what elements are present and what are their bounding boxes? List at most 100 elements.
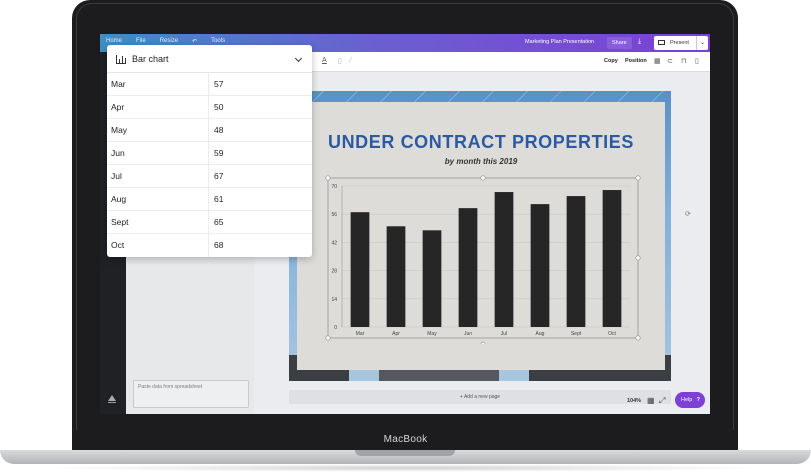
- device-brand: MacBook: [383, 434, 428, 445]
- trash-icon[interactable]: ▯: [695, 57, 699, 65]
- table-row: Aug 61: [107, 188, 312, 211]
- cell-divider: [208, 188, 209, 211]
- undo-icon[interactable]: ↶: [192, 38, 197, 45]
- table-row: Apr 50: [107, 96, 312, 119]
- table-row: Jun 59: [107, 142, 312, 165]
- table-row: Sept 65: [107, 211, 312, 234]
- resize-handle: [635, 255, 641, 261]
- row-label-cell[interactable]: Aug: [111, 194, 126, 204]
- x-tick-label: Aug: [536, 331, 545, 337]
- resize-handle: [325, 175, 331, 181]
- present-label: Present: [670, 40, 689, 46]
- rotate-icon[interactable]: ⟳: [685, 210, 691, 218]
- text-color-icon[interactable]: A: [322, 57, 327, 64]
- y-tick-label: 28: [331, 269, 337, 275]
- row-value-cell[interactable]: 48: [214, 125, 223, 135]
- resize-handle: [480, 175, 486, 181]
- present-icon: [658, 40, 665, 45]
- x-tick-label: Jun: [464, 331, 472, 337]
- row-label-cell[interactable]: May: [111, 125, 127, 135]
- row-value-cell[interactable]: 59: [214, 148, 223, 158]
- row-label-cell[interactable]: Sept: [111, 217, 129, 227]
- present-chevron-icon[interactable]: ⌄: [695, 36, 705, 50]
- question-icon: ?: [696, 397, 700, 403]
- chevron-down-icon[interactable]: [294, 54, 303, 63]
- cell-divider: [208, 73, 209, 96]
- chart-data-editor: Bar chart Mar 57 Apr 50 May 48 Jun 59 Jul 67 Aug 61…: [107, 45, 312, 257]
- table-row: Mar 57: [107, 73, 312, 96]
- table-row: Jul 67: [107, 165, 312, 188]
- nav-tools[interactable]: Tools: [211, 38, 225, 45]
- document-title[interactable]: Marketing Plan Presentation: [525, 39, 594, 45]
- lock-icon[interactable]: ⊓: [681, 57, 686, 65]
- top-nav: Home File Resize ↶ Tools: [106, 38, 225, 45]
- table-row: May 48: [107, 119, 312, 142]
- rotate-handle: [480, 341, 486, 344]
- laptop-notch: [355, 450, 455, 456]
- cell-divider: [208, 234, 209, 257]
- nav-resize[interactable]: Resize: [160, 38, 178, 45]
- row-value-cell[interactable]: 65: [214, 217, 223, 227]
- cell-divider: [208, 142, 209, 165]
- bar-apr: [386, 226, 406, 327]
- nav-file[interactable]: File: [136, 38, 146, 45]
- cell-divider: [208, 165, 209, 188]
- resize-handle: [635, 175, 641, 181]
- trash-icon-faded[interactable]: ▯: [338, 57, 342, 65]
- resize-handle: [635, 335, 641, 341]
- share-button[interactable]: Share: [607, 37, 632, 49]
- download-icon[interactable]: ⤓: [638, 38, 641, 46]
- table-row: Oct 68: [107, 234, 312, 257]
- position-button[interactable]: Position: [625, 58, 647, 64]
- data-table: Mar 57 Apr 50 May 48 Jun 59 Jul 67 Aug 61 Sept 65 Oct 6…: [107, 73, 312, 257]
- slide-title[interactable]: UNDER CONTRACT PROPERTIES: [297, 132, 665, 153]
- bar-jul: [494, 192, 514, 327]
- row-label-cell[interactable]: Apr: [111, 102, 124, 112]
- present-button[interactable]: Present ⌄: [654, 36, 708, 50]
- transparency-icon[interactable]: ▦: [654, 57, 661, 65]
- link-icon[interactable]: ⊂: [667, 57, 673, 65]
- cell-divider: [208, 211, 209, 234]
- laptop-shadow: [40, 464, 771, 472]
- slide-subtitle[interactable]: by month this 2019: [297, 157, 665, 166]
- resize-handle: [325, 335, 331, 341]
- row-label-cell[interactable]: Jul: [111, 171, 122, 181]
- row-label-cell[interactable]: Jun: [111, 148, 125, 158]
- bar-may: [422, 230, 442, 327]
- stage: MacBook Home File Resize ↶ Tools Marketi…: [0, 0, 811, 476]
- help-label: Help: [681, 397, 693, 403]
- row-value-cell[interactable]: 61: [214, 194, 223, 204]
- row-value-cell[interactable]: 57: [214, 79, 223, 89]
- bar-chart[interactable]: 0 14 28 42 56 70 Mar Apr May Jun Jul Aug Sept Oct: [300, 174, 645, 344]
- crown-icon[interactable]: [108, 395, 116, 403]
- y-tick-label: 0: [334, 325, 337, 331]
- y-tick-label: 42: [331, 240, 337, 246]
- edit-icon[interactable]: ∕: [350, 57, 351, 64]
- row-value-cell[interactable]: 68: [214, 240, 223, 250]
- x-tick-label: Mar: [356, 331, 365, 337]
- selection-frame: [327, 177, 639, 339]
- row-label-cell[interactable]: Oct: [111, 240, 124, 250]
- chart-type-selector[interactable]: Bar chart: [107, 45, 312, 73]
- y-tick-label: 14: [331, 297, 337, 303]
- row-value-cell[interactable]: 67: [214, 171, 223, 181]
- bar-sept: [566, 196, 586, 327]
- bar-aug: [530, 204, 550, 327]
- help-button[interactable]: Help ?: [675, 392, 705, 408]
- bar-chart-icon: [116, 55, 126, 64]
- paste-data-field[interactable]: Paste data from spreadsheet: [133, 380, 249, 408]
- row-label-cell[interactable]: Mar: [111, 79, 126, 89]
- add-page-button[interactable]: + Add a new page: [289, 390, 671, 404]
- zoom-level[interactable]: 104%: [627, 398, 641, 404]
- copy-button[interactable]: Copy: [604, 58, 618, 64]
- bar-mar: [350, 212, 370, 327]
- grid-view-icon[interactable]: ▦: [647, 396, 655, 405]
- x-tick-label: May: [427, 331, 437, 337]
- fullscreen-icon[interactable]: ⤢: [659, 396, 665, 406]
- x-tick-label: Sept: [571, 331, 582, 337]
- chart-type-label: Bar chart: [132, 54, 169, 64]
- editor-toolbar: A ▯ ∕ Copy Position ▦ ⊂ ⊓ ▯: [254, 52, 710, 72]
- y-tick-label: 56: [331, 212, 337, 218]
- nav-home[interactable]: Home: [106, 38, 122, 45]
- row-value-cell[interactable]: 50: [214, 102, 223, 112]
